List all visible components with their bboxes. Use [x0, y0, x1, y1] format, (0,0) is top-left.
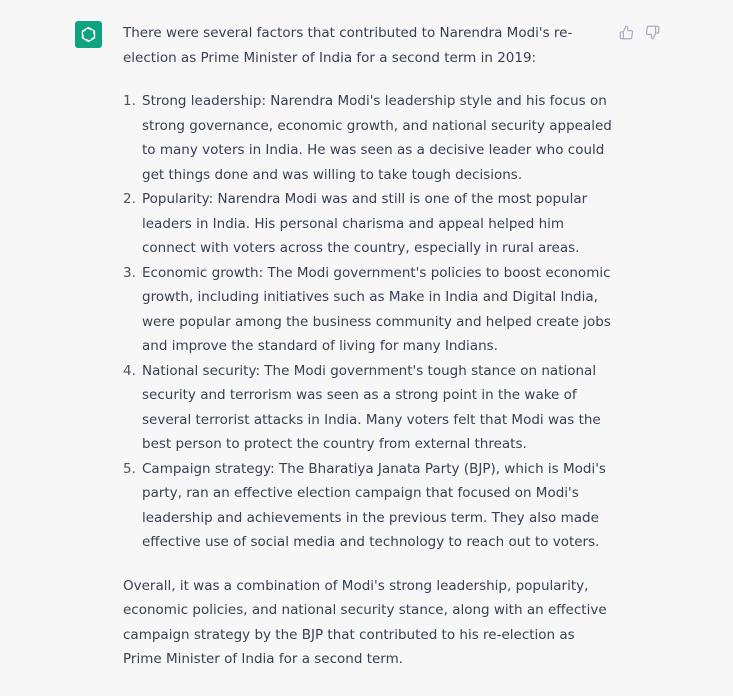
list-item-text: Strong leadership: Narendra Modi's leade…	[142, 93, 612, 183]
thumbs-up-icon	[619, 25, 633, 39]
response-conclusion: Overall, it was a combination of Modi's …	[123, 577, 607, 668]
response-content: There were several factors that contribu…	[123, 21, 613, 672]
feedback-controls	[618, 24, 660, 40]
response-intro: There were several factors that contribu…	[123, 25, 573, 66]
list-item: 3. Economic growth: The Modi government'…	[123, 261, 613, 359]
list-item-text: Campaign strategy: The Bharatiya Janata …	[142, 460, 606, 551]
list-item-number: 1.	[123, 93, 136, 109]
list-item-text: National security: The Modi government's…	[142, 362, 601, 453]
factors-list: 1. Strong leadership: Narendra Modi's le…	[123, 89, 613, 555]
list-item: 4. National security: The Modi governmen…	[123, 359, 613, 457]
thumbs-down-button[interactable]	[644, 24, 660, 40]
thumbs-down-icon	[645, 25, 659, 39]
list-item-text: Economic growth: The Modi government's p…	[142, 264, 611, 355]
list-item: 5. Campaign strategy: The Bharatiya Jana…	[123, 457, 613, 555]
thumbs-up-button[interactable]	[618, 24, 634, 40]
list-item-number: 2.	[123, 191, 136, 207]
list-item-number: 3.	[123, 264, 136, 281]
assistant-message: There were several factors that contribu…	[0, 0, 733, 696]
list-item-text: Popularity: Narendra Modi was and still …	[142, 191, 588, 256]
list-item: 1. Strong leadership: Narendra Modi's le…	[123, 89, 613, 187]
list-item-number: 4.	[123, 362, 136, 379]
assistant-avatar	[75, 21, 102, 48]
openai-logo-icon	[81, 26, 96, 43]
list-item-number: 5.	[123, 460, 136, 477]
list-item: 2. Popularity: Narendra Modi was and sti…	[123, 187, 613, 261]
